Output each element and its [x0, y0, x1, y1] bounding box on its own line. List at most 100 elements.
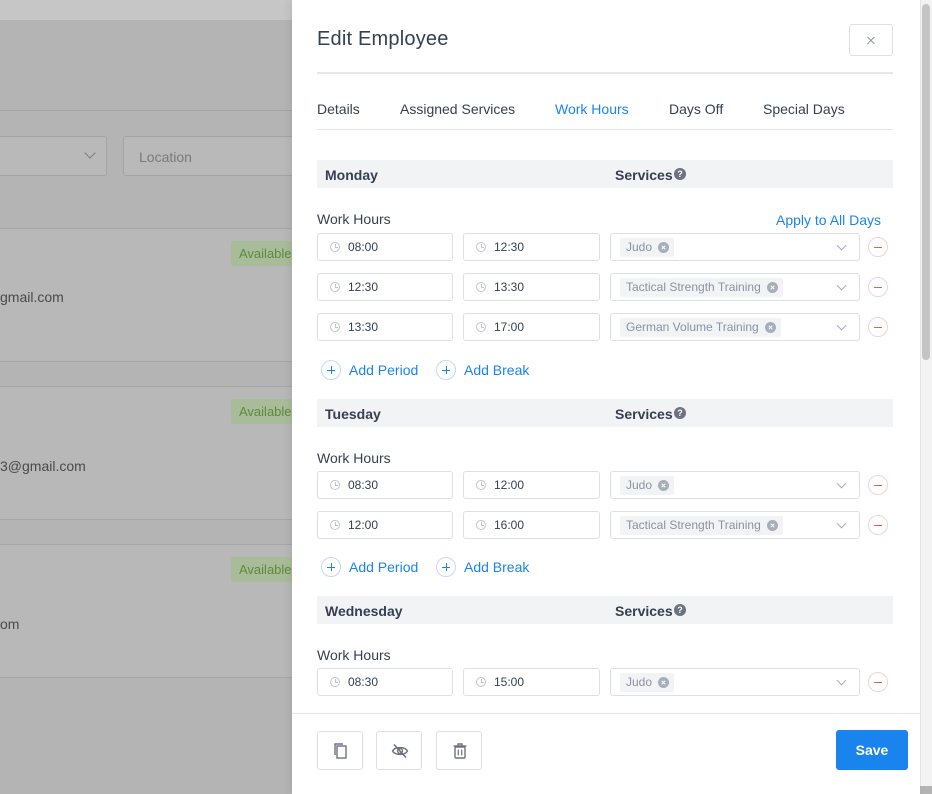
clock-icon — [476, 520, 486, 530]
services-select[interactable]: Judo — [610, 233, 860, 261]
status-badge: Available — [231, 557, 300, 582]
start-time-value: 08:00 — [348, 240, 379, 254]
tab-details[interactable]: Details — [317, 101, 360, 117]
start-time-input[interactable]: 13:30 — [317, 313, 453, 341]
plus-icon[interactable] — [436, 360, 456, 380]
service-tag: Tactical Strength Training — [620, 516, 783, 535]
employee-email: om — [0, 616, 20, 632]
trash-icon — [453, 743, 467, 759]
chevron-down-icon — [84, 147, 96, 159]
start-time-input[interactable]: 12:00 — [317, 511, 453, 539]
start-time-value: 08:30 — [348, 675, 379, 689]
add-break-link[interactable]: Add Break — [464, 362, 529, 378]
title-divider — [317, 72, 893, 74]
work-hours-label: Work Hours — [317, 450, 391, 466]
tag-close-icon[interactable] — [658, 480, 670, 491]
status-badge: Available — [231, 399, 300, 424]
end-time-input[interactable]: 17:00 — [463, 313, 600, 341]
save-button[interactable]: Save — [836, 730, 908, 770]
chevron-down-icon — [836, 518, 847, 529]
start-time-value: 13:30 — [348, 320, 379, 334]
background-topbar — [0, 0, 300, 20]
services-select[interactable]: German Volume Training — [610, 313, 860, 341]
tag-close-icon[interactable] — [658, 242, 670, 253]
apply-to-all-days-link[interactable]: Apply to All Days — [776, 212, 881, 228]
end-time-value: 12:30 — [494, 240, 525, 254]
start-time-input[interactable]: 12:30 — [317, 273, 453, 301]
add-period-link[interactable]: Add Period — [349, 362, 418, 378]
edit-employee-drawer: Edit Employee Details Assigned Services … — [292, 0, 920, 794]
remove-period-button[interactable] — [868, 515, 888, 535]
service-tag: Judo — [620, 673, 675, 692]
plus-icon[interactable] — [436, 557, 456, 577]
background-location-select: Location — [123, 136, 303, 176]
start-time-value: 12:30 — [348, 280, 379, 294]
work-hours-label: Work Hours — [317, 211, 391, 227]
end-time-input[interactable]: 16:00 — [463, 511, 600, 539]
chevron-down-icon — [836, 320, 847, 331]
remove-period-button[interactable] — [868, 277, 888, 297]
chevron-down-icon — [836, 240, 847, 251]
clock-icon — [330, 322, 340, 332]
status-badge: Available — [231, 241, 300, 266]
clock-icon — [330, 480, 340, 490]
clock-icon — [476, 480, 486, 490]
services-select[interactable]: Judo — [610, 668, 860, 696]
tab-days-off[interactable]: Days Off — [669, 101, 723, 117]
clock-icon — [476, 322, 486, 332]
start-time-input[interactable]: 08:30 — [317, 668, 453, 696]
remove-period-button[interactable] — [868, 475, 888, 495]
day-name: Monday — [325, 167, 378, 183]
service-tag-label: Judo — [626, 675, 653, 689]
clock-icon — [330, 242, 340, 252]
tag-close-icon[interactable] — [766, 282, 778, 293]
tag-close-icon[interactable] — [764, 322, 776, 333]
help-icon[interactable]: ? — [674, 407, 686, 419]
tab-assigned-services[interactable]: Assigned Services — [400, 101, 515, 117]
end-time-input[interactable]: 13:30 — [463, 273, 600, 301]
tab-work-hours[interactable]: Work Hours — [555, 101, 629, 117]
end-time-value: 15:00 — [494, 675, 525, 689]
add-period-link[interactable]: Add Period — [349, 559, 418, 575]
service-tag: Judo — [620, 476, 675, 495]
hide-button[interactable] — [376, 731, 422, 770]
end-time-input[interactable]: 12:30 — [463, 233, 600, 261]
service-tag-label: Judo — [626, 240, 653, 254]
delete-button[interactable] — [436, 731, 482, 770]
clock-icon — [476, 242, 486, 252]
remove-period-button[interactable] — [868, 237, 888, 257]
remove-period-button[interactable] — [868, 317, 888, 337]
services-label: Services — [615, 406, 673, 422]
plus-icon[interactable] — [321, 557, 341, 577]
day-header-monday: Monday Services ? — [317, 160, 893, 188]
plus-icon[interactable] — [321, 360, 341, 380]
tag-close-icon[interactable] — [658, 677, 670, 688]
close-button[interactable] — [849, 24, 893, 56]
add-break-link[interactable]: Add Break — [464, 559, 529, 575]
scrollbar-thumb[interactable] — [922, 4, 930, 360]
location-placeholder: Location — [139, 149, 192, 165]
drawer-title: Edit Employee — [317, 28, 449, 50]
services-select[interactable]: Judo — [610, 471, 860, 499]
help-icon[interactable]: ? — [674, 604, 686, 616]
end-time-input[interactable]: 15:00 — [463, 668, 600, 696]
remove-period-button[interactable] — [868, 672, 888, 692]
background-filter-select — [0, 136, 107, 176]
end-time-input[interactable]: 12:00 — [463, 471, 600, 499]
duplicate-button[interactable] — [317, 731, 363, 770]
start-time-value: 12:00 — [348, 518, 379, 532]
day-header-tuesday: Tuesday Services ? — [317, 399, 893, 427]
tag-close-icon[interactable] — [766, 520, 778, 531]
help-icon[interactable]: ? — [674, 168, 686, 180]
start-time-input[interactable]: 08:30 — [317, 471, 453, 499]
tab-special-days[interactable]: Special Days — [763, 101, 845, 117]
start-time-input[interactable]: 08:00 — [317, 233, 453, 261]
service-tag-label: Tactical Strength Training — [626, 280, 761, 294]
employee-email: gmail.com — [0, 289, 64, 305]
services-select[interactable]: Tactical Strength Training — [610, 273, 860, 301]
end-time-value: 16:00 — [494, 518, 525, 532]
services-select[interactable]: Tactical Strength Training — [610, 511, 860, 539]
service-tag-label: German Volume Training — [626, 320, 759, 334]
start-time-value: 08:30 — [348, 478, 379, 492]
end-time-value: 13:30 — [494, 280, 525, 294]
